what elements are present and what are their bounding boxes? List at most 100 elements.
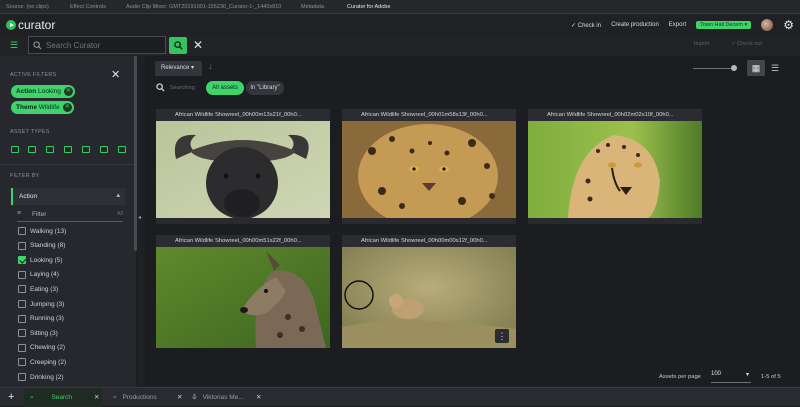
facet-option[interactable]: Looking (5) (18, 256, 63, 265)
avatar[interactable] (761, 19, 774, 31)
facet-label: Eating (3) (30, 285, 59, 293)
panel-tab-curator[interactable]: Curator for Adobe (341, 0, 403, 14)
filter-chip-theme[interactable]: Theme Wildlife ✕ (11, 101, 74, 114)
facet-header-action[interactable]: Action ▴ (11, 188, 125, 205)
assets-per-page-label: Assets per page (659, 374, 701, 380)
facet-checkbox[interactable] (18, 241, 26, 250)
facet-option[interactable]: Creeping (2) (18, 358, 66, 367)
facet-checkbox[interactable] (18, 314, 26, 323)
list-view-icon[interactable]: ☰ (766, 60, 784, 76)
asset-thumbnail-cheetah[interactable] (528, 121, 702, 218)
close-tab-icon[interactable]: ✕ (94, 388, 99, 407)
facet-checkbox[interactable] (18, 358, 26, 367)
folder-type-icon[interactable] (118, 146, 126, 153)
facet-label: Sitting (3) (30, 329, 58, 337)
tab-user[interactable]: ⛢ Viktorias Me... ✕ (192, 388, 270, 407)
remove-chip-icon[interactable]: ✕ (62, 103, 72, 112)
import-button[interactable]: Import (694, 41, 710, 47)
facet-checkbox[interactable] (18, 343, 26, 352)
check-in-button[interactable]: ✓ Check in (571, 22, 601, 29)
facet-option[interactable]: Walking (13) (18, 227, 66, 235)
facet-checkbox[interactable] (18, 285, 26, 294)
facet-checkbox[interactable] (18, 329, 26, 338)
grid-type-icon[interactable] (100, 146, 108, 153)
search-input[interactable] (46, 40, 156, 50)
asset-card[interactable]: African Wildlife Showreel_00h00m00s12f_0… (342, 235, 516, 348)
remove-chip-icon[interactable]: ✕ (63, 87, 73, 96)
assets-per-page-select[interactable]: 100 ▾ (711, 371, 751, 383)
audio-type-icon[interactable] (28, 146, 36, 153)
panel-tab-audio-mixer[interactable]: Audio Clip Mixer: GMT20191001-155230_Cur… (120, 0, 295, 14)
grid-view-icon[interactable]: ▦ (747, 60, 765, 76)
facet-label: Jumping (3) (30, 300, 65, 308)
close-tab-icon[interactable]: ✕ (177, 388, 182, 407)
asset-card[interactable]: African Wildlife Showreel_00h00m51s22f_0… (156, 235, 330, 348)
bookmark-type-icon[interactable] (64, 146, 72, 153)
filter-all-link[interactable]: All (117, 211, 123, 217)
facet-checkbox[interactable] (18, 270, 26, 279)
facet-checkbox[interactable] (18, 373, 26, 381)
caret-down-icon: ▾ (745, 372, 749, 378)
filter-toggle-icon[interactable]: ☰ (10, 40, 18, 51)
image-type-icon[interactable] (46, 146, 54, 153)
panel-tab-source[interactable]: Source: (no clips) (0, 0, 64, 14)
search-icon (173, 41, 183, 50)
scope-all-assets[interactable]: All assets (206, 81, 244, 95)
asset-thumbnail-lion-cub[interactable]: ⋮ (342, 247, 516, 348)
production-select-button[interactable]: Town Hall Decem ▾ (696, 21, 752, 29)
sidebar-collapse-handle[interactable]: ◂ (137, 56, 145, 387)
facet-option[interactable]: Eating (3) (18, 285, 59, 294)
close-tab-icon[interactable]: ✕ (256, 388, 261, 407)
facet-option[interactable]: Standing (8) (18, 241, 66, 250)
sort-dropdown[interactable]: Relevance ▾ (155, 61, 202, 76)
sort-direction-icon[interactable]: ↓ (208, 61, 213, 71)
tab-productions[interactable]: ⌕ Productions ✕ (113, 388, 188, 407)
add-tab-icon[interactable]: + (8, 388, 14, 407)
clear-search-icon[interactable]: ✕ (193, 38, 203, 52)
filter-chip-action[interactable]: Action Looking ✕ (11, 85, 75, 98)
facet-checkbox[interactable] (18, 227, 26, 235)
chevron-up-icon[interactable]: ▴ (116, 191, 120, 199)
video-type-icon[interactable] (11, 146, 19, 153)
gear-icon[interactable]: ⚙ (783, 18, 794, 32)
asset-title: African Wildlife Showreel_00h01m58s13f_0… (342, 109, 516, 121)
asset-title: African Wildlife Showreel_00h02m02s10f_0… (528, 109, 702, 121)
panel-tab-effect-controls[interactable]: Effect Controls (64, 0, 120, 14)
facet-label: Looking (5) (30, 256, 63, 264)
scope-in-library[interactable]: In "Library" (246, 81, 284, 95)
facet-option[interactable]: Laying (4) (18, 270, 59, 279)
film-type-icon[interactable] (82, 146, 90, 153)
asset-card[interactable]: African Wildlife Showreel_00h02m02s10f_0… (528, 109, 702, 224)
facet-option[interactable]: Chewing (2) (18, 343, 65, 352)
asset-thumbnail-buffalo[interactable] (156, 121, 330, 218)
asset-card[interactable]: African Wildlife Showreel_00h00m13s21f_0… (156, 109, 330, 224)
asset-card[interactable]: African Wildlife Showreel_00h01m58s13f_0… (342, 109, 516, 224)
more-options-icon[interactable]: ⋮ (495, 329, 509, 343)
search-icon: ⌕ (113, 394, 117, 401)
divider (0, 164, 136, 165)
facet-option[interactable]: Running (3) (18, 314, 64, 323)
close-filters-icon[interactable]: ✕ (111, 68, 120, 81)
create-production-button[interactable]: Create production (611, 22, 659, 28)
facet-label: Standing (8) (30, 242, 66, 250)
check-out-button[interactable]: ✓ Check out (731, 41, 762, 47)
zoom-slider-handle[interactable] (731, 65, 737, 71)
asset-thumbnail-hyena[interactable] (156, 247, 330, 348)
facet-option[interactable]: Sitting (3) (18, 329, 58, 338)
facet-option[interactable]: Jumping (3) (18, 300, 64, 308)
facet-option[interactable]: Drinking (2) (18, 373, 64, 381)
facet-filter-field[interactable]: ≡ Filter All (17, 209, 123, 222)
panel-tab-metadata[interactable]: Metadata (295, 0, 341, 14)
filter-list-icon: ≡ (17, 210, 22, 217)
facet-label: Laying (4) (30, 271, 59, 279)
search-icon (33, 40, 42, 50)
facet-checkbox[interactable] (18, 256, 26, 265)
bottom-tab-bar: + ⌕ Search ✕ ⌕ Productions ✕ ⛢ Viktorias… (0, 387, 800, 407)
asset-thumbnail-leopard[interactable] (342, 121, 516, 218)
export-button[interactable]: Export (669, 22, 686, 28)
tab-search[interactable]: ⌕ Search ✕ (24, 388, 102, 407)
search-button[interactable] (169, 37, 187, 54)
facet-checkbox[interactable] (18, 300, 26, 308)
zoom-slider-track[interactable] (693, 68, 735, 69)
results-panel: Relevance ▾ ↓ ▦ ☰ Searching: All assets … (145, 56, 800, 387)
